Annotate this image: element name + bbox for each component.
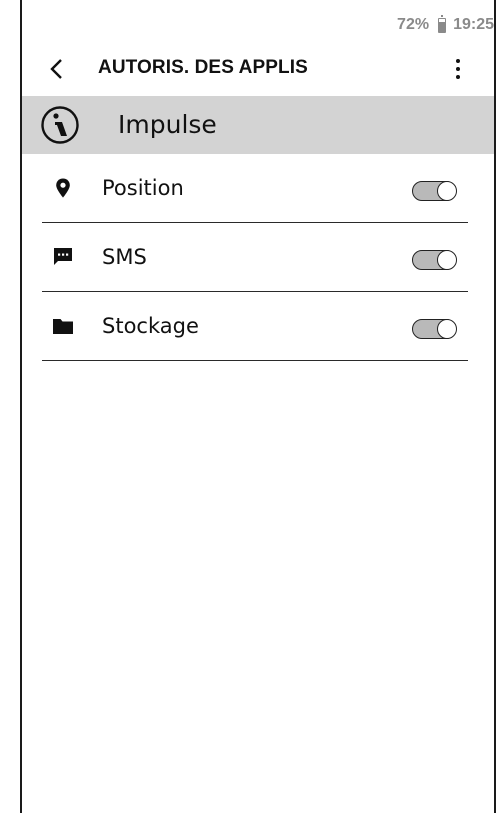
permission-list: Position SMS Stockage: [22, 154, 494, 361]
permission-row-sms[interactable]: SMS: [22, 223, 494, 292]
row-divider: [42, 360, 468, 361]
page-title: AUTORIS. DES APPLIS: [98, 57, 308, 78]
clock-time: 19:25: [453, 16, 494, 33]
permission-label: Stockage: [102, 314, 199, 338]
toggle-knob: [436, 180, 457, 201]
permission-label: SMS: [102, 245, 147, 269]
back-button[interactable]: [44, 56, 70, 82]
app-bar: AUTORIS. DES APPLIS: [22, 42, 494, 96]
permission-toggle-storage[interactable]: [412, 318, 457, 339]
app-header: Impulse: [22, 96, 494, 154]
screen-right-edge: [494, 0, 496, 813]
battery-level-fill: [439, 22, 446, 32]
battery-percentage: 72%: [397, 16, 430, 33]
chevron-left-icon: [50, 59, 62, 79]
permission-label: Position: [102, 176, 184, 200]
location-pin-icon: [56, 178, 70, 198]
permission-toggle-position[interactable]: [412, 180, 457, 201]
folder-icon: [53, 319, 73, 334]
more-vertical-icon: [456, 59, 460, 79]
battery-icon: [438, 14, 447, 33]
status-bar: 72% 19:25: [22, 0, 494, 42]
toggle-knob: [436, 318, 457, 339]
toggle-knob: [436, 249, 457, 270]
permission-row-storage[interactable]: Stockage: [22, 292, 494, 361]
message-icon: [54, 248, 72, 265]
phone-screen: 72% 19:25 AUTORIS. DES APPLIS Impulse Po…: [0, 0, 501, 813]
status-indicators: 72% 19:25: [397, 14, 494, 33]
info-icon[interactable]: [40, 105, 80, 145]
app-name: Impulse: [118, 110, 217, 139]
permission-row-position[interactable]: Position: [22, 154, 494, 223]
more-options-button[interactable]: [446, 54, 470, 84]
permission-toggle-sms[interactable]: [412, 249, 457, 270]
